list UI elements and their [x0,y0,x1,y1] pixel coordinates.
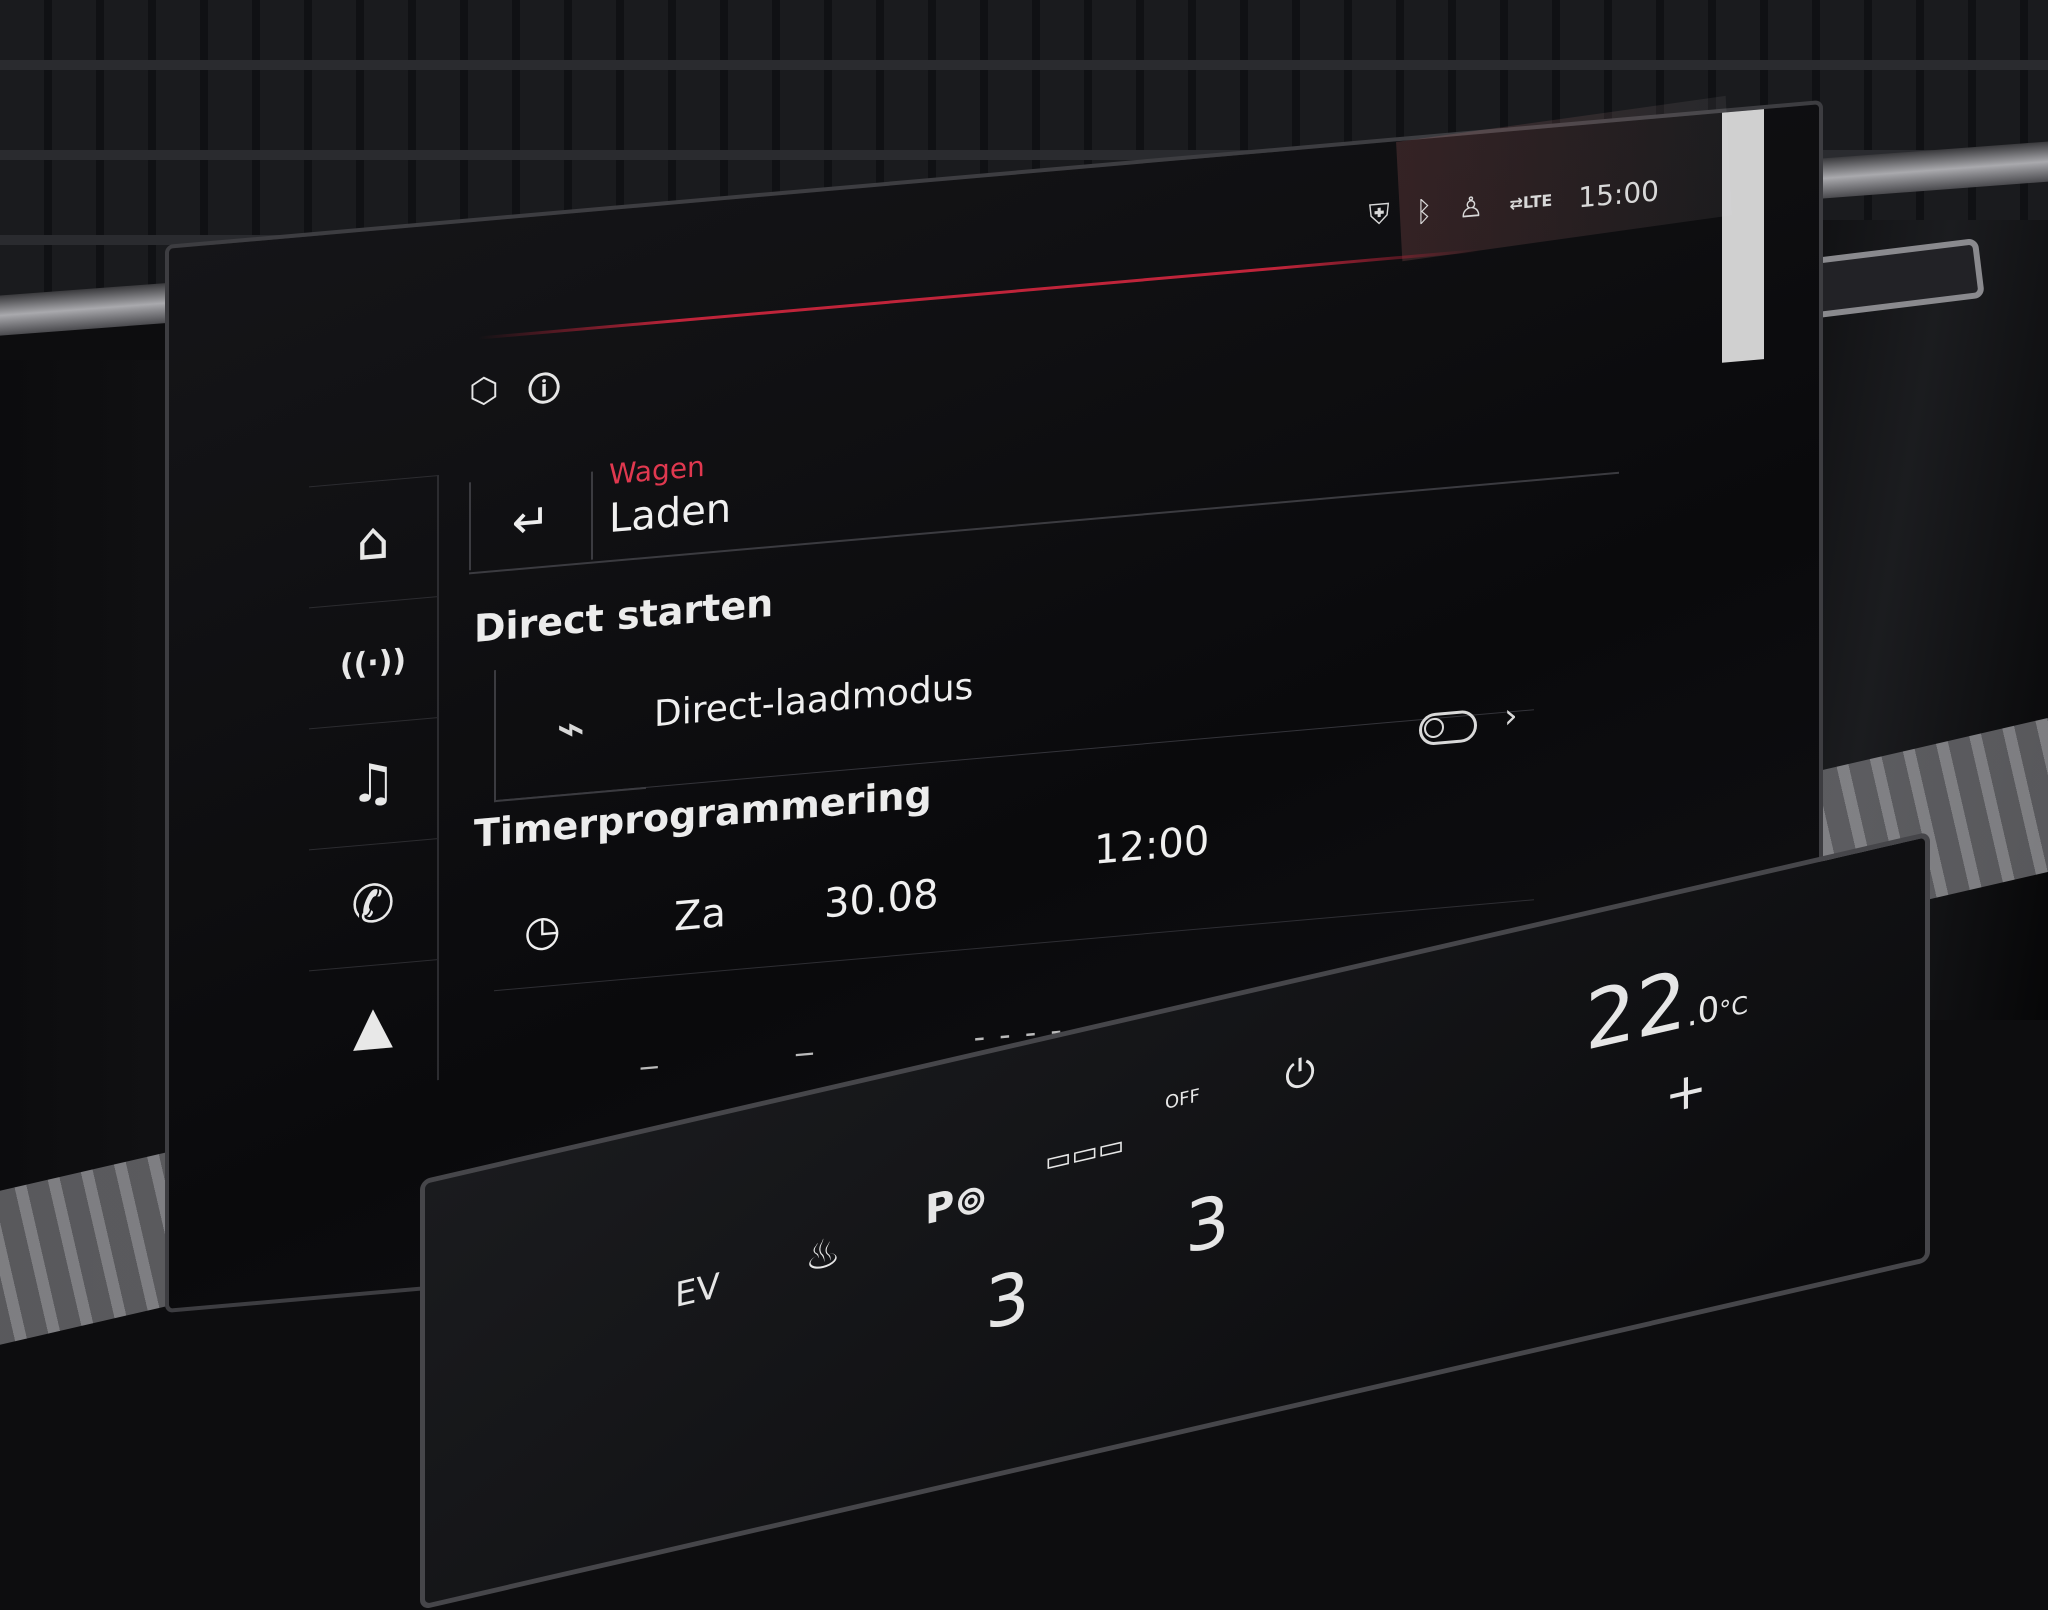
phone-icon: ✆ [351,872,395,937]
defrost-off-button[interactable]: OFF [1165,1085,1200,1114]
breadcrumb[interactable]: Wagen [609,450,705,491]
power-icon[interactable]: ⏻ [1285,1048,1315,1100]
sidebar-item-phone[interactable]: ✆ [309,838,439,971]
ev-label: EV [675,1265,720,1317]
temperature-unit: °C [1719,990,1749,1026]
top-icons: ⬡ 🛈 [469,364,561,429]
lte-label: LTE [1522,190,1553,212]
status-time: 15:00 [1578,173,1659,214]
radio-icon: ((·)) [339,642,407,684]
defrost-off-label: OFF [1165,1084,1200,1115]
home-icon: ⌂ [356,510,390,574]
plus-label: + [1665,1057,1707,1126]
park-assist-icon[interactable]: P⊚ [925,1174,988,1235]
vent-slat [0,60,2048,70]
chevron-right-icon[interactable]: › [1504,696,1518,737]
back-button[interactable]: ↵ [469,471,593,571]
timer-toggle[interactable] [1419,709,1477,747]
sidebar-item-home[interactable]: ⌂ [309,475,439,608]
page-header: ↵ Wagen Laden [469,361,1619,575]
temperature-value: 22 [1585,952,1687,1070]
back-arrow-icon: ↵ [511,492,551,550]
car-info-icon[interactable]: 🛈 [527,364,562,424]
temperature-decimal: .0 [1686,988,1720,1036]
temperature-plus-button[interactable]: + [1665,1058,1707,1126]
rear-defrost-icon[interactable]: ▭▭▭ [1045,1127,1124,1178]
page-title: Laden [609,485,732,543]
lte-signal-icon: ⇄LTE [1509,190,1553,213]
ev-mode-button[interactable]: EV [675,1266,720,1316]
timer-day: Za [674,889,726,941]
plug-icon: ⌁ [556,699,586,758]
sidebar: ⌂ ((·)) ♫ ✆ ▲ [309,475,439,1092]
location-shield-icon: ⛨ [1368,196,1390,232]
seat-heat-icon[interactable]: ♨ [805,1228,841,1282]
sidebar-item-media[interactable]: ♫ [309,717,439,850]
scrollbar[interactable] [1722,109,1764,363]
timer-date: 30.08 [824,871,939,928]
bluetooth-icon: ᛒ [1415,193,1433,229]
sidebar-item-navigation[interactable]: ▲ [309,959,439,1092]
cube-icon[interactable]: ⬡ [469,370,499,430]
navigation-icon: ▲ [353,994,393,1058]
sidebar-item-radio[interactable]: ((·)) [309,596,439,729]
timer-time: 12:00 [1094,817,1210,874]
section-direct-start: Direct starten [474,580,774,651]
plug-icon-box: ⌁ [494,656,646,803]
media-icon: ♫ [349,751,397,816]
seat-person-icon: ♙ [1458,189,1484,225]
status-accent-line [479,249,1479,340]
clock-icon: ◷ [524,904,561,957]
fan-level-right[interactable]: 3 [1185,1178,1230,1270]
direct-mode-label: Direct-laadmodus [654,666,974,736]
temperature-display[interactable]: 22.0°C [1585,938,1749,1070]
fan-level-left[interactable]: 3 [985,1254,1030,1346]
